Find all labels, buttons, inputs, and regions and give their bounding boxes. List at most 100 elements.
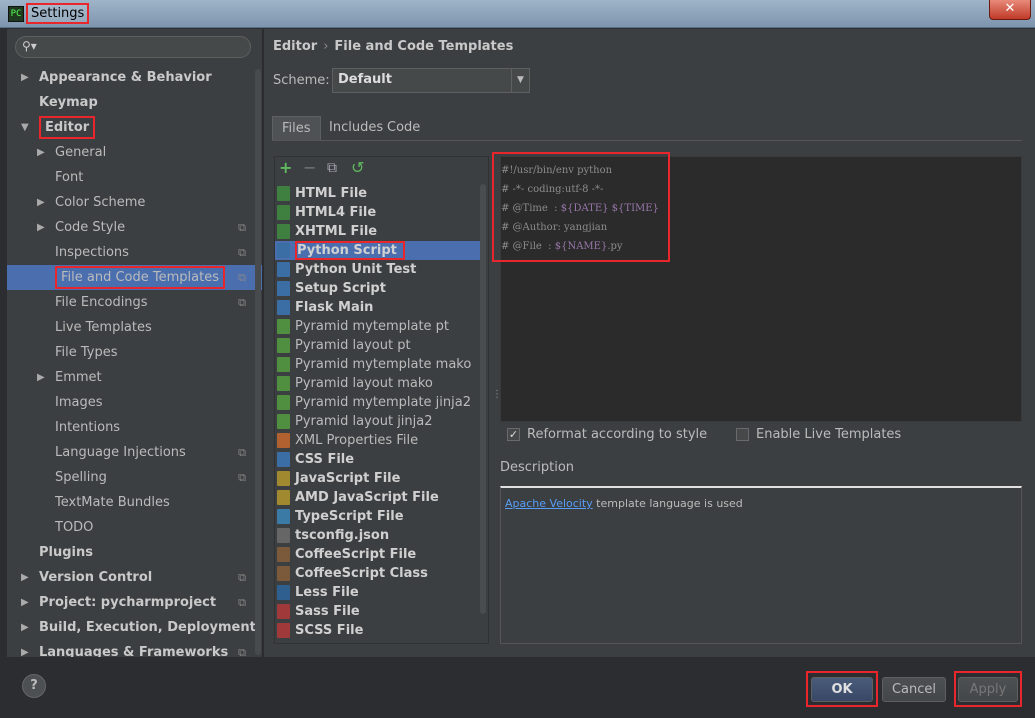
tab-divider bbox=[272, 140, 1022, 141]
template-name: TypeScript File bbox=[295, 509, 404, 524]
sidebar-item[interactable]: ▶ Project: pycharmproject ⧉ bbox=[7, 590, 262, 615]
close-button[interactable]: ✕ bbox=[989, 0, 1031, 20]
sidebar-item[interactable]: ▶ Version Control ⧉ bbox=[7, 565, 262, 590]
chevron-right-icon[interactable]: ▶ bbox=[21, 65, 29, 90]
sidebar-item[interactable]: File and Code Templates ⧉ bbox=[7, 265, 262, 290]
description-box: Apache Velocity template language is use… bbox=[500, 486, 1022, 644]
template-name: Pyramid mytemplate mako bbox=[295, 357, 472, 372]
template-list-panel: + − ⧉ ↺ HTML File HTML4 File XHTML File Pyt… bbox=[274, 156, 489, 644]
sidebar-item[interactable]: ▶ Color Scheme bbox=[7, 190, 262, 215]
sidebar-item-label: Appearance & Behavior bbox=[39, 70, 212, 85]
sidebar-item-label: TextMate Bundles bbox=[55, 495, 170, 510]
live-templates-checkbox[interactable] bbox=[736, 428, 749, 441]
template-list-scrollbar[interactable] bbox=[480, 184, 486, 614]
template-list-item[interactable]: Less File bbox=[275, 583, 482, 602]
template-list-item[interactable]: Pyramid mytemplate jinja2 bbox=[275, 393, 482, 412]
sidebar-item[interactable]: Live Templates bbox=[7, 315, 262, 340]
sidebar-item[interactable]: ▶ Emmet bbox=[7, 365, 262, 390]
chevron-right-icon[interactable]: ▶ bbox=[21, 615, 29, 640]
help-button[interactable]: ? bbox=[22, 674, 46, 698]
sidebar-item[interactable]: Inspections ⧉ bbox=[7, 240, 262, 265]
template-list-item[interactable]: SCSS File bbox=[275, 621, 482, 640]
template-list-item[interactable]: Python Unit Test bbox=[275, 260, 482, 279]
template-list-item[interactable]: JavaScript File bbox=[275, 469, 482, 488]
sidebar-item-label: File Types bbox=[55, 345, 118, 360]
template-editor[interactable]: #!/usr/bin/env python # -*- coding:utf-8 … bbox=[492, 152, 1022, 422]
template-list-item[interactable]: AMD JavaScript File bbox=[275, 488, 482, 507]
chevron-down-icon[interactable]: ▼ bbox=[511, 69, 529, 92]
ok-button[interactable]: OK bbox=[811, 677, 873, 702]
sidebar-item[interactable]: TextMate Bundles bbox=[7, 490, 262, 515]
template-list-item[interactable]: Pyramid layout jinja2 bbox=[275, 412, 482, 431]
template-list-item[interactable]: XHTML File bbox=[275, 222, 482, 241]
template-list-item[interactable]: Flask Main bbox=[275, 298, 482, 317]
copy-icon[interactable]: ⧉ bbox=[327, 160, 337, 176]
template-list-item[interactable]: Sass File bbox=[275, 602, 482, 621]
add-icon[interactable]: + bbox=[279, 160, 292, 176]
settings-content: Editor › File and Code Templates Scheme: D… bbox=[264, 29, 1035, 657]
search-input[interactable]: ⚲▾ bbox=[15, 36, 251, 58]
template-list-item[interactable]: Pyramid layout pt bbox=[275, 336, 482, 355]
sidebar-item[interactable]: TODO bbox=[7, 515, 262, 540]
sidebar-item[interactable]: Images bbox=[7, 390, 262, 415]
sidebar-item-label: Emmet bbox=[55, 370, 102, 385]
sidebar-item[interactable]: Intentions bbox=[7, 415, 262, 440]
chevron-right-icon[interactable]: ▶ bbox=[21, 565, 29, 590]
template-list-item[interactable]: Pyramid mytemplate pt bbox=[275, 317, 482, 336]
chevron-right-icon[interactable]: ▶ bbox=[37, 190, 45, 215]
sidebar-item-label: General bbox=[55, 145, 107, 160]
remove-icon[interactable]: − bbox=[303, 160, 316, 176]
chevron-right-icon[interactable]: ▶ bbox=[21, 590, 29, 615]
template-list-item[interactable]: Python Script bbox=[275, 241, 482, 260]
cancel-button[interactable]: Cancel bbox=[882, 677, 946, 702]
tab-code[interactable]: Code bbox=[378, 116, 429, 140]
project-settings-icon: ⧉ bbox=[238, 446, 246, 459]
template-list-item[interactable]: Pyramid layout mako bbox=[275, 374, 482, 393]
sidebar-item[interactable]: Plugins bbox=[7, 540, 262, 565]
sidebar-item-label: Inspections bbox=[55, 245, 129, 260]
template-list-item[interactable]: Setup Script bbox=[275, 279, 482, 298]
template-list-item[interactable]: CoffeeScript File bbox=[275, 545, 482, 564]
sidebar-scrollbar[interactable] bbox=[255, 69, 261, 655]
chevron-right-icon[interactable]: ▶ bbox=[21, 640, 29, 657]
project-settings-icon: ⧉ bbox=[238, 571, 246, 584]
chevron-right-icon[interactable]: ▶ bbox=[37, 365, 45, 390]
apache-velocity-link[interactable]: Apache Velocity bbox=[505, 497, 593, 510]
sidebar-item[interactable]: Spelling ⧉ bbox=[7, 465, 262, 490]
sidebar-item-label: Keymap bbox=[39, 95, 98, 110]
reformat-checkbox[interactable]: ✓ bbox=[507, 428, 520, 441]
scss-file-icon bbox=[277, 623, 290, 638]
template-list-item[interactable]: CSS File bbox=[275, 450, 482, 469]
sidebar-item-label: Project: pycharmproject bbox=[39, 595, 217, 610]
template-list-item[interactable]: Pyramid mytemplate mako bbox=[275, 355, 482, 374]
sidebar-item[interactable]: File Types bbox=[7, 340, 262, 365]
scheme-select[interactable]: Default ▼ bbox=[332, 68, 530, 93]
template-list-item[interactable]: XML Properties File bbox=[275, 431, 482, 450]
breadcrumb-current: File and Code Templates bbox=[334, 39, 514, 54]
sidebar-item-label: Version Control bbox=[39, 570, 153, 585]
template-name: Less File bbox=[295, 585, 359, 600]
template-list-item[interactable]: TypeScript File bbox=[275, 507, 482, 526]
sidebar-item[interactable]: Font bbox=[7, 165, 262, 190]
template-name: AMD JavaScript File bbox=[295, 490, 439, 505]
template-list-item[interactable]: HTML4 File bbox=[275, 203, 482, 222]
chevron-down-icon[interactable]: ▼ bbox=[21, 115, 29, 140]
sidebar-item[interactable]: Language Injections ⧉ bbox=[7, 440, 262, 465]
sidebar-item[interactable]: ▶ Build, Execution, Deployment bbox=[7, 615, 262, 640]
sidebar-item[interactable]: Keymap bbox=[7, 90, 262, 115]
sidebar-item[interactable]: File Encodings ⧉ bbox=[7, 290, 262, 315]
reset-icon[interactable]: ↺ bbox=[351, 160, 364, 176]
splitter-handle[interactable]: ⋮ bbox=[492, 389, 502, 400]
sidebar-item[interactable]: ▶ Appearance & Behavior bbox=[7, 65, 262, 90]
chevron-right-icon[interactable]: ▶ bbox=[37, 140, 45, 165]
template-list-item[interactable]: tsconfig.json bbox=[275, 526, 482, 545]
sidebar-item[interactable]: ▶ Code Style ⧉ bbox=[7, 215, 262, 240]
sidebar-item[interactable]: ▼ Editor bbox=[7, 115, 262, 140]
apply-button[interactable]: Apply bbox=[958, 677, 1018, 702]
chevron-right-icon[interactable]: ▶ bbox=[37, 215, 45, 240]
sidebar-item[interactable]: ▶ Languages & Frameworks ⧉ bbox=[7, 640, 262, 657]
tab-files[interactable]: Files bbox=[272, 116, 321, 140]
template-list-item[interactable]: HTML File bbox=[275, 184, 482, 203]
template-list-item[interactable]: CoffeeScript Class bbox=[275, 564, 482, 583]
sidebar-item[interactable]: ▶ General bbox=[7, 140, 262, 165]
